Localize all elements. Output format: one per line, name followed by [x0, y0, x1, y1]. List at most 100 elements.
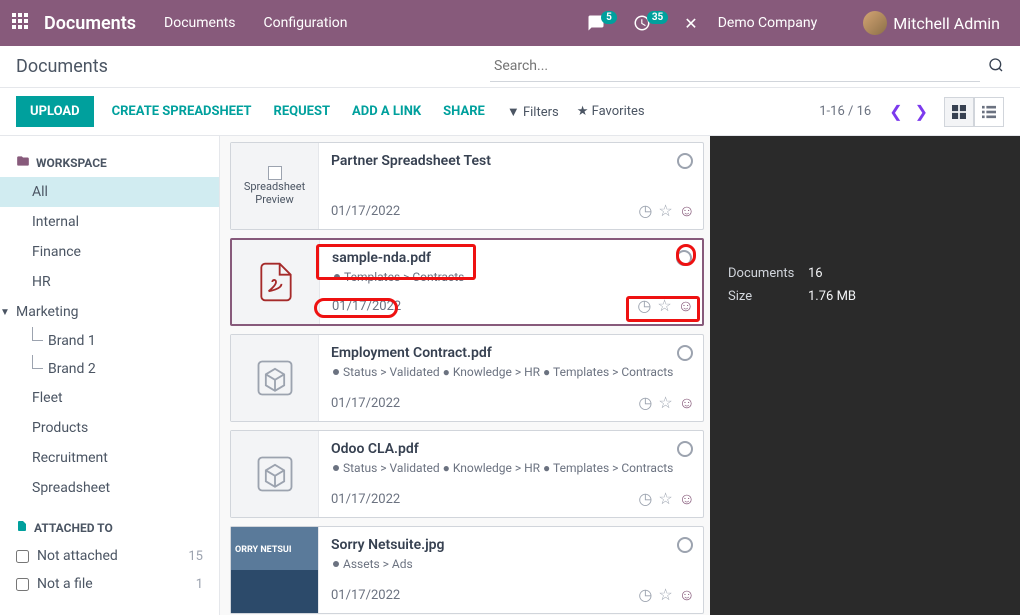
sidebar-item-hr[interactable]: HR	[0, 267, 219, 297]
avatar	[863, 11, 887, 35]
info-size-label: Size	[728, 289, 808, 304]
document-row[interactable]: Spreadsheet Preview Partner Spreadsheet …	[230, 142, 704, 230]
request-button[interactable]: REQUEST	[274, 104, 331, 119]
caret-down-icon: ▼	[0, 307, 12, 318]
doc-date: 01/17/2022	[331, 204, 691, 219]
document-row[interactable]: Employment Contract.pdf Status > Validat…	[230, 334, 704, 422]
sidebar-item-spreadsheet[interactable]: Spreadsheet	[0, 473, 219, 503]
doc-tags: Status > Validated ● Knowledge > HR ● Te…	[331, 461, 691, 475]
sidebar: WORKSPACE All Internal Finance HR ▼Marke…	[0, 136, 220, 615]
pager-next[interactable]: ❯	[909, 102, 934, 121]
info-size-value: 1.76 MB	[808, 289, 856, 304]
sidebar-item-internal[interactable]: Internal	[0, 207, 219, 237]
page-title: Documents	[16, 56, 108, 77]
create-spreadsheet-button[interactable]: CREATE SPREADSHEET	[112, 104, 252, 119]
doc-date: 01/17/2022	[331, 588, 691, 603]
star-icon[interactable]: ☆	[658, 489, 672, 509]
apps-icon[interactable]	[12, 13, 28, 33]
star-icon[interactable]: ☆	[658, 201, 672, 221]
star-icon[interactable]: ☆	[658, 393, 672, 413]
search-input[interactable]	[490, 52, 980, 82]
not-attached-checkbox[interactable]	[16, 550, 29, 563]
face-icon[interactable]: ☺	[679, 393, 695, 413]
doc-date: 01/17/2022	[331, 492, 691, 507]
star-icon[interactable]: ☆	[657, 296, 671, 316]
info-panel: Documents 16 Size 1.76 MB	[710, 136, 1020, 615]
select-radio[interactable]	[677, 537, 693, 553]
messages-icon[interactable]: 5	[587, 14, 617, 32]
messages-badge: 5	[601, 11, 617, 24]
document-list: Spreadsheet Preview Partner Spreadsheet …	[220, 136, 710, 615]
filters-toggle[interactable]: ▼ Filters	[507, 104, 559, 120]
face-icon[interactable]: ☺	[679, 201, 695, 221]
not-a-file-count: 1	[196, 577, 203, 592]
filter-not-a-file[interactable]: Not a file 1	[0, 570, 219, 598]
nav-configuration[interactable]: Configuration	[264, 15, 348, 31]
add-link-button[interactable]: ADD A LINK	[352, 104, 421, 119]
thumbnail-image: ORRY NETSUI	[231, 527, 319, 613]
face-icon[interactable]: ☺	[679, 585, 695, 605]
upload-button[interactable]: UPLOAD	[16, 96, 94, 127]
thumbnail-box	[231, 335, 319, 421]
thumbnail-spreadsheet: Spreadsheet Preview	[231, 143, 319, 229]
workspace-section: WORKSPACE	[0, 148, 219, 177]
select-radio[interactable]	[677, 441, 693, 457]
sidebar-item-fleet[interactable]: Fleet	[0, 383, 219, 413]
clock-icon[interactable]: ◷	[638, 585, 652, 605]
user-name: Mitchell Admin	[893, 14, 1000, 33]
company-switcher[interactable]: Demo Company	[718, 15, 818, 31]
favorites-toggle[interactable]: ★ Favorites	[577, 104, 645, 119]
folder-icon	[16, 154, 30, 171]
star-icon[interactable]: ☆	[658, 585, 672, 605]
sidebar-item-recruitment[interactable]: Recruitment	[0, 443, 219, 473]
info-docs-value: 16	[808, 266, 823, 281]
toolbar: UPLOAD CREATE SPREADSHEET REQUEST ADD A …	[0, 88, 1020, 136]
pager-text: 1-16 / 16	[819, 104, 871, 119]
not-a-file-checkbox[interactable]	[16, 578, 29, 591]
sidebar-item-finance[interactable]: Finance	[0, 237, 219, 267]
doc-tags: Templates > Contracts	[332, 270, 690, 284]
sidebar-item-all[interactable]: All	[0, 177, 219, 207]
user-menu[interactable]: Mitchell Admin	[863, 11, 1000, 35]
select-radio[interactable]	[677, 153, 693, 169]
doc-date: 01/17/2022	[331, 396, 691, 411]
thumbnail-pdf	[232, 240, 320, 324]
clock-icon[interactable]: ◷	[638, 393, 652, 413]
face-icon[interactable]: ☺	[679, 489, 695, 509]
nav-documents[interactable]: Documents	[164, 15, 235, 31]
sidebar-item-products[interactable]: Products	[0, 413, 219, 443]
doc-title: Odoo CLA.pdf	[331, 441, 691, 457]
thumbnail-box	[231, 431, 319, 517]
sidebar-item-brand-1[interactable]: Brand 1	[0, 327, 219, 355]
doc-title: Partner Spreadsheet Test	[331, 153, 691, 169]
main: WORKSPACE All Internal Finance HR ▼Marke…	[0, 136, 1020, 615]
clock-icon[interactable]: ◷	[638, 489, 652, 509]
info-docs-label: Documents	[728, 266, 808, 281]
app-brand: Documents	[44, 13, 136, 34]
document-row[interactable]: sample-nda.pdf Templates > Contracts 01/…	[230, 238, 704, 326]
select-radio[interactable]	[677, 345, 693, 361]
activities-badge: 35	[647, 11, 668, 24]
face-icon[interactable]: ☺	[678, 296, 694, 316]
topbar: Documents Documents Configuration 5 35 ✕…	[0, 0, 1020, 46]
view-list[interactable]	[974, 97, 1004, 127]
file-icon	[16, 519, 28, 536]
doc-tags: Status > Validated ● Knowledge > HR ● Te…	[331, 365, 691, 379]
attached-section: ATTACHED TO	[0, 513, 219, 542]
activities-icon[interactable]: 35	[633, 14, 668, 32]
document-row[interactable]: ORRY NETSUI Sorry Netsuite.jpg Assets > …	[230, 526, 704, 614]
clock-icon[interactable]: ◷	[638, 201, 652, 221]
tools-icon[interactable]: ✕	[684, 14, 697, 33]
filter-not-attached[interactable]: Not attached 15	[0, 542, 219, 570]
document-row[interactable]: Odoo CLA.pdf Status > Validated ● Knowle…	[230, 430, 704, 518]
select-radio[interactable]	[676, 250, 692, 266]
header: Documents	[0, 46, 1020, 88]
share-button[interactable]: SHARE	[443, 104, 485, 119]
doc-date: 01/17/2022	[332, 299, 690, 314]
sidebar-item-brand-2[interactable]: Brand 2	[0, 355, 219, 383]
pager-prev[interactable]: ❮	[883, 102, 908, 121]
view-kanban[interactable]	[944, 97, 974, 127]
search-icon[interactable]	[988, 57, 1004, 77]
sidebar-item-marketing[interactable]: ▼Marketing	[0, 297, 219, 327]
clock-icon[interactable]: ◷	[637, 296, 651, 316]
